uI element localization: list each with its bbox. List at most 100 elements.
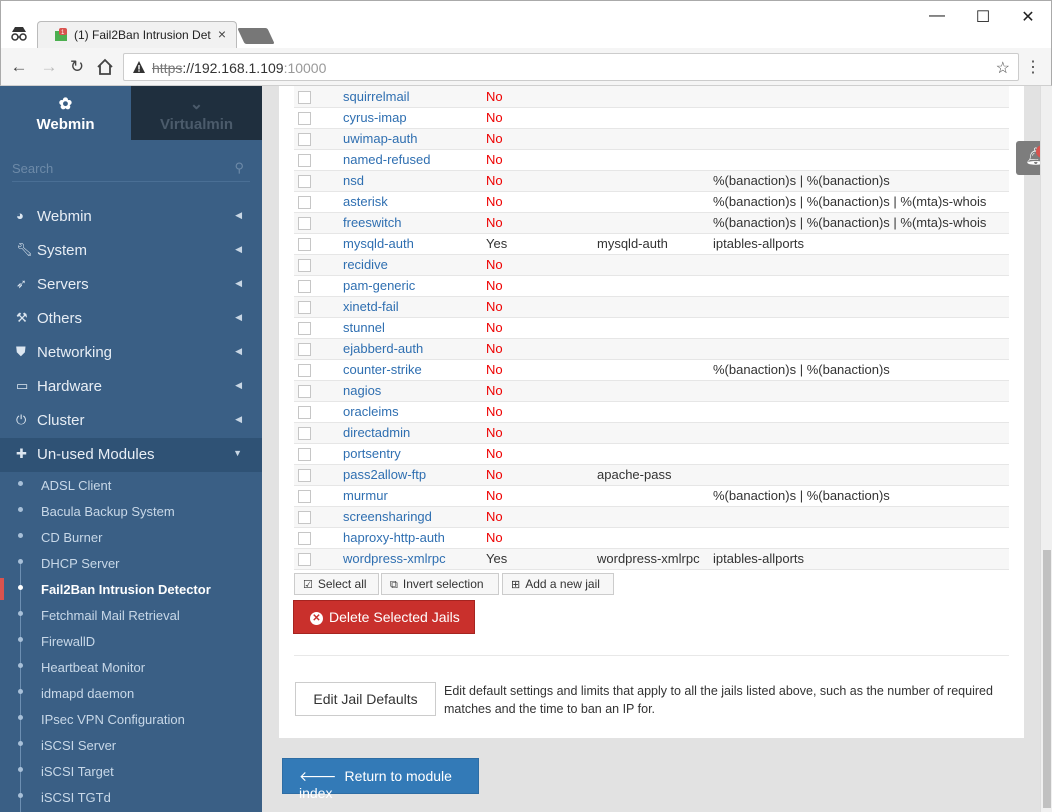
sidebar-item-hardware[interactable]: ▭ Hardware ◀	[0, 370, 262, 404]
jail-checkbox[interactable]	[298, 196, 311, 210]
jail-name-link[interactable]: pam-generic	[343, 275, 486, 297]
module-bacula-backup[interactable]: Bacula Backup System	[0, 498, 262, 524]
select-all-button[interactable]: ☑ Select all	[294, 573, 379, 595]
back-icon[interactable]: ←	[9, 57, 29, 77]
jail-name-link[interactable]: haproxy-http-auth	[343, 527, 486, 549]
close-window-button[interactable]: ✕	[1018, 7, 1038, 27]
jail-row: screensharingd No	[294, 506, 1009, 528]
jail-name-link[interactable]: stunnel	[343, 317, 486, 339]
jail-name-link[interactable]: wordpress-xmlrpc	[343, 548, 486, 570]
jail-name-link[interactable]: murmur	[343, 485, 486, 507]
jail-name-link[interactable]: ejabberd-auth	[343, 338, 486, 360]
return-to-module-index-button[interactable]: 🡐 Return to module index	[282, 758, 479, 801]
module-heartbeat-monitor[interactable]: Heartbeat Monitor	[0, 654, 262, 680]
module-adsl-client[interactable]: ADSL Client	[0, 472, 262, 498]
new-tab-button[interactable]	[237, 28, 275, 44]
jail-checkbox[interactable]	[298, 154, 311, 168]
module-cd-burner[interactable]: CD Burner	[0, 524, 262, 550]
jail-name-link[interactable]: oracleims	[343, 401, 486, 423]
jail-checkbox[interactable]	[298, 406, 311, 420]
edit-jail-defaults-button[interactable]: Edit Jail Defaults	[295, 682, 436, 716]
delete-selected-jails-button[interactable]: ✕ Delete Selected Jails	[293, 600, 475, 634]
tab-webmin[interactable]: ✿ Webmin	[0, 86, 131, 140]
sidebar-item-unused-modules[interactable]: ✚ Un-used Modules ▼	[0, 438, 262, 472]
jail-name-link[interactable]: portsentry	[343, 443, 486, 465]
jail-name-link[interactable]: screensharingd	[343, 506, 486, 528]
address-bar[interactable]: https://192.168.1.109:10000 ☆	[123, 53, 1019, 81]
sidebar-item-webmin[interactable]: ◕ Webmin ◀	[0, 200, 262, 234]
jail-name-link[interactable]: cyrus-imap	[343, 107, 486, 129]
jail-checkbox[interactable]	[298, 385, 311, 399]
jail-checkbox[interactable]	[298, 301, 311, 315]
page-scrollbar[interactable]	[1040, 86, 1052, 812]
home-icon[interactable]	[95, 57, 115, 77]
jail-enabled: No	[486, 422, 597, 444]
jail-name-link[interactable]: xinetd-fail	[343, 296, 486, 318]
bookmark-star-icon[interactable]: ☆	[996, 58, 1010, 78]
module-fail2ban[interactable]: Fail2Ban Intrusion Detector	[0, 576, 262, 602]
jail-name-link[interactable]: pass2allow-ftp	[343, 464, 486, 486]
sidebar-item-system[interactable]: 🔧︎ System ◀	[0, 234, 262, 268]
reload-icon[interactable]: ↻	[67, 57, 87, 77]
module-iscsi-server[interactable]: iSCSI Server	[0, 732, 262, 758]
jail-action	[713, 338, 1009, 360]
jail-checkbox[interactable]	[298, 532, 311, 546]
jail-checkbox[interactable]	[298, 133, 311, 147]
jail-checkbox[interactable]	[298, 511, 311, 525]
jail-checkbox[interactable]	[298, 259, 311, 273]
jail-enabled: No	[486, 128, 597, 150]
browser-tab[interactable]: 1 (1) Fail2Ban Intrusion Det ×	[37, 21, 237, 49]
jail-checkbox[interactable]	[298, 175, 311, 189]
sidebar-item-servers[interactable]: ➶ Servers ◀	[0, 268, 262, 302]
jail-checkbox[interactable]	[298, 364, 311, 378]
active-marker	[0, 578, 4, 600]
module-fetchmail[interactable]: Fetchmail Mail Retrieval	[0, 602, 262, 628]
sidebar-search-input[interactable]: Search ⚲	[12, 156, 250, 182]
module-idmapd[interactable]: idmapd daemon	[0, 680, 262, 706]
jail-name-link[interactable]: mysqld-auth	[343, 233, 486, 255]
module-firewalld[interactable]: FirewallD	[0, 628, 262, 654]
minimize-button[interactable]: —	[927, 7, 947, 25]
module-iscsi-target[interactable]: iSCSI Target	[0, 758, 262, 784]
jail-name-link[interactable]: asterisk	[343, 191, 486, 213]
jail-checkbox[interactable]	[298, 322, 311, 336]
scrollbar-thumb[interactable]	[1043, 550, 1051, 808]
jail-checkbox[interactable]	[298, 469, 311, 483]
jail-checkbox[interactable]	[298, 217, 311, 231]
jail-name-link[interactable]: squirrelmail	[343, 86, 486, 108]
jail-name-link[interactable]: counter-strike	[343, 359, 486, 381]
jail-checkbox[interactable]	[298, 448, 311, 462]
jail-checkbox[interactable]	[298, 90, 311, 104]
sidebar-item-others[interactable]: ⚒ Others ◀	[0, 302, 262, 336]
jail-checkbox[interactable]	[298, 112, 311, 126]
jail-name-link[interactable]: uwimap-auth	[343, 128, 486, 150]
jail-name-link[interactable]: recidive	[343, 254, 486, 276]
jail-checkbox[interactable]	[298, 238, 311, 252]
module-dhcp-server[interactable]: DHCP Server	[0, 550, 262, 576]
maximize-button[interactable]: ☐	[973, 7, 993, 27]
jail-select-cell	[294, 212, 343, 234]
browser-menu-icon[interactable]: ⋮	[1025, 57, 1041, 77]
jail-name-link[interactable]: freeswitch	[343, 212, 486, 234]
add-jail-button[interactable]: ⊞ Add a new jail	[502, 573, 614, 595]
jail-checkbox[interactable]	[298, 427, 311, 441]
jail-action	[713, 422, 1009, 444]
jail-checkbox[interactable]	[298, 280, 311, 294]
caret-down-icon: ▼	[233, 448, 242, 458]
sidebar-item-networking[interactable]: ⛊ Networking ◀	[0, 336, 262, 370]
jail-checkbox[interactable]	[298, 553, 311, 567]
divider	[294, 655, 1009, 656]
jail-name-link[interactable]: nsd	[343, 170, 486, 192]
module-ipsec-vpn[interactable]: IPsec VPN Configuration	[0, 706, 262, 732]
jail-name-link[interactable]: named-refused	[343, 149, 486, 171]
jail-name-link[interactable]: nagios	[343, 380, 486, 402]
jail-checkbox[interactable]	[298, 490, 311, 504]
forward-icon[interactable]: →	[39, 57, 59, 77]
tab-close-icon[interactable]: ×	[218, 26, 226, 42]
jail-checkbox[interactable]	[298, 343, 311, 357]
invert-selection-button[interactable]: ⧉ Invert selection	[381, 573, 499, 595]
tab-virtualmin[interactable]: ⌄ Virtualmin	[131, 86, 262, 140]
module-iscsi-tgtd[interactable]: iSCSI TGTd	[0, 784, 262, 810]
sidebar-item-cluster[interactable]: ⏻ Cluster ◀	[0, 404, 262, 438]
jail-name-link[interactable]: directadmin	[343, 422, 486, 444]
